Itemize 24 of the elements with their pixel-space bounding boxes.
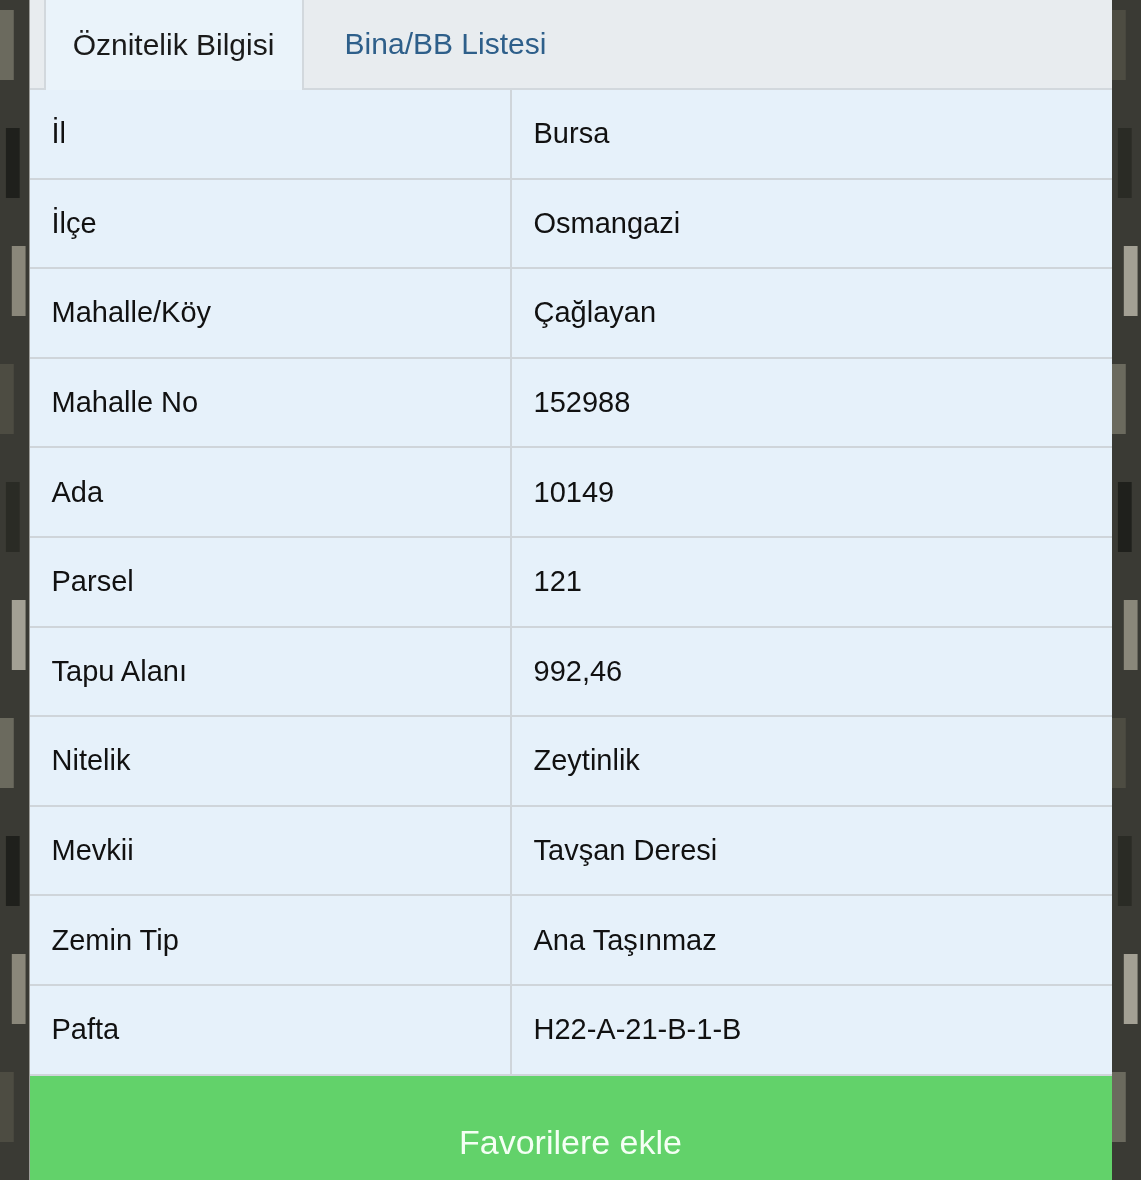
tab[interactable]: Bina/BB Listesi — [315, 0, 576, 88]
label-cell: Ada — [29, 448, 510, 538]
label-cell: Parsel — [29, 537, 510, 628]
value-cell: Zeytinlik — [509, 717, 1112, 807]
value-cell: H22-A-21-B-1-B — [509, 985, 1112, 1076]
value-cell: 152988 — [509, 358, 1112, 449]
label-cell: Pafta — [29, 985, 510, 1076]
value-cell: Ana Taşınmaz — [509, 896, 1112, 986]
value-cell: 121 — [509, 537, 1112, 628]
value-cell: 10149 — [509, 448, 1112, 538]
value-cell: 992,46 — [509, 627, 1112, 718]
value-cell: Çağlayan — [509, 269, 1112, 359]
value-cell: Bursa — [509, 90, 1112, 180]
label-cell: Mahalle No — [29, 358, 510, 449]
value-cell: Tavşan Deresi — [509, 806, 1112, 897]
label-cell: Nitelik — [29, 717, 510, 807]
label-cell: Zemin Tip — [29, 896, 510, 986]
label-cell: İl — [29, 90, 510, 180]
label-cell: Mevkii — [29, 806, 510, 897]
value-cell: Osmangazi — [509, 179, 1112, 270]
tab[interactable]: Öznitelik Bilgisi — [43, 0, 304, 90]
label-cell: İlçe — [29, 179, 510, 270]
label-cell: Mahalle/Köy — [29, 269, 510, 359]
label-cell: Tapu Alanı — [29, 627, 510, 718]
